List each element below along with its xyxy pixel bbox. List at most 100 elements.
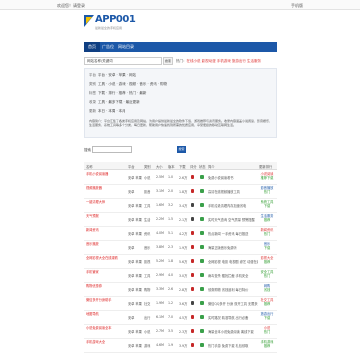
- rank-sub[interactable]: 推荐: [264, 344, 270, 348]
- nav-item-ads[interactable]: 广告位: [100, 42, 116, 52]
- info-intro: 内容简介：平台汇集了各类手机应用及网站，为用户提供最新最全的软件下载、游戏推荐与…: [89, 119, 273, 128]
- cell-desc[interactable]: 海量全本小说免费阅读 离线下载: [208, 329, 258, 334]
- app-name-link[interactable]: 全网影视大全在线观看: [86, 256, 128, 261]
- table-row[interactable]: 天气预报 安卓 苹果 生活 2.2M 1.5 2.1万 实时天气查询 空气质量 预警提醒 生活…: [84, 213, 277, 227]
- app-name-link[interactable]: 微信多开分身助手: [86, 298, 128, 303]
- cell-rank[interactable]: 系统工具 下载: [260, 200, 274, 208]
- cell-category: 小说: [144, 330, 151, 334]
- table-row[interactable]: 购物优惠券 安卓 苹果 购物 3.3M 2.6 2.8万 领券购物 省钱返利 每日特价 网购省…: [84, 283, 277, 297]
- cell-version: 2.0: [168, 189, 174, 193]
- app-name-link[interactable]: 手机管家: [86, 270, 128, 275]
- cell-category: 工具: [144, 274, 151, 278]
- rank-sub[interactable]: 下载: [264, 316, 270, 320]
- login-link[interactable]: 欢迎您！请登录: [57, 3, 85, 9]
- cell-version: 2.3: [168, 245, 174, 249]
- info-row-tags: 标签 下载 · 排行 · 推荐 · 热门 · 最新: [89, 91, 147, 95]
- rank-sub[interactable]: 下载: [264, 204, 270, 208]
- app-type-icon: [191, 245, 194, 249]
- cell-rank[interactable]: 新闻资讯 热门: [260, 228, 274, 236]
- app-name-link[interactable]: 地图导航: [86, 312, 128, 317]
- app-name-link[interactable]: 音乐播放: [86, 242, 128, 247]
- rank-sub[interactable]: 省钱: [264, 288, 270, 292]
- cell-downloads: 3.0万: [179, 274, 188, 278]
- th-downloads: 下载: [179, 165, 186, 169]
- table-row[interactable]: 音乐播放 安卓 音乐 3.8M 2.3 1.9万 海量正版音乐免费听 音乐 下载: [84, 241, 277, 255]
- rank-sub[interactable]: 下载: [264, 246, 270, 250]
- app-name-link[interactable]: 手机小说阅读器: [86, 172, 128, 177]
- cell-rank[interactable]: 音乐 下载: [260, 242, 274, 250]
- cell-desc[interactable]: 全网影视 电影 电视剧 综艺 动漫在线看: [208, 259, 258, 264]
- cell-desc[interactable]: 海量正版音乐免费听: [208, 245, 258, 250]
- cell-version: 1.9: [168, 343, 174, 347]
- cell-version: 1.8: [168, 259, 174, 263]
- filter-input[interactable]: [92, 146, 132, 153]
- table-row[interactable]: 新闻资讯 安卓 苹果 资讯 4.0M 5.1 4.2万 热点新闻 一手资讯 每日推送 新闻资讯…: [84, 227, 277, 241]
- rank-sub[interactable]: 热门: [264, 330, 270, 334]
- cell-rank[interactable]: 小说 热门: [260, 326, 274, 334]
- cell-desc[interactable]: 微信QQ多开 分身 双开工具 无限多开: [208, 301, 258, 306]
- cell-desc[interactable]: 免费小说阅读看书: [208, 175, 258, 180]
- app-name-link[interactable]: 天气预报: [86, 214, 128, 219]
- cell-platform: 安卓 苹果: [128, 260, 142, 264]
- table-row[interactable]: 小说免费阅读全本 安卓 苹果 小说 2.7M 3.5 2.3万 海量全本小说免费阅读 离线下…: [84, 325, 277, 339]
- app-name-link[interactable]: 小说免费阅读全本: [86, 326, 128, 331]
- cell-rank[interactable]: 小说阅读 推荐下载: [260, 172, 274, 180]
- cell-size: 3.8M: [156, 245, 164, 249]
- app-name-link[interactable]: 购物优惠券: [86, 284, 128, 289]
- table-row[interactable]: 手机游戏大全 安卓 苹果 游戏 4.6M 1.9 3.9万 热门手游 免费下载 礼包领取 手机…: [84, 339, 277, 353]
- cell-rank[interactable]: 影视大全 推荐: [260, 256, 274, 264]
- cell-rank[interactable]: 网购 省钱: [260, 284, 274, 292]
- site-logo[interactable]: APP001 最新最全的手机应用: [84, 13, 164, 39]
- cell-desc[interactable]: 病毒查杀 骚扰拦截 手机安全: [208, 273, 258, 278]
- cell-desc[interactable]: 热门手游 免费下载 礼包领取: [208, 343, 258, 348]
- rank-sub[interactable]: 热门: [264, 190, 270, 194]
- cell-desc[interactable]: 热点新闻 一手资讯 每日推送: [208, 231, 258, 236]
- table-row[interactable]: 微信多开分身助手 安卓 苹果 社交 1.9M 1.2 3.6万 微信QQ多开 分身 双开工具…: [84, 297, 277, 311]
- rank-sub[interactable]: 推荐下载: [261, 176, 274, 180]
- rank-sub[interactable]: 热门: [264, 232, 270, 236]
- hot-keywords[interactable]: 热门：在线小说 影视动漫 手机游戏 旅游出行 生活服务: [176, 59, 261, 64]
- filter-button[interactable]: 搜索: [177, 146, 186, 153]
- cell-desc[interactable]: 手机垃圾清理内存加速省电: [208, 203, 258, 208]
- app-type-icon: [191, 203, 194, 207]
- cell-rank[interactable]: 影音播放 热门: [260, 186, 274, 194]
- app-name-link[interactable]: 视频播放器: [86, 186, 128, 191]
- app-name-link[interactable]: 一键清理大师: [86, 200, 128, 205]
- cell-rank[interactable]: 旅游出行 下载: [260, 312, 274, 320]
- filter-bar: 搜索 搜索: [84, 146, 277, 154]
- table-row[interactable]: 手机管家 安卓 苹果 工具 2.9M 4.0 3.0万 病毒查杀 骚扰拦截 手机安全 安全工具…: [84, 269, 277, 283]
- cell-size: 1.6M: [156, 203, 164, 207]
- info-row-collected: 收录 工具 · 最多下载 · 最近更新: [89, 100, 140, 104]
- cell-rank[interactable]: 生活服务 推荐: [260, 214, 274, 222]
- cell-version: 1.5: [168, 217, 174, 221]
- cell-size: 2.7M: [156, 329, 164, 333]
- nav-item-home[interactable]: 首页: [84, 42, 100, 52]
- hot-text[interactable]: 在线小说 影视动漫 手机游戏 旅游出行 生活服务: [187, 59, 261, 63]
- table-row[interactable]: 地图导航 安卓 出行 6.1M 7.0 4.5万 实时路况 精准导航 出行必备 旅游出行 下载: [84, 311, 277, 325]
- cell-downloads: 3.4万: [179, 204, 188, 208]
- app-name-link[interactable]: 手机游戏大全: [86, 340, 128, 345]
- rank-sub[interactable]: 推荐: [264, 260, 270, 264]
- table-row[interactable]: 手机小说阅读器 安卓 苹果 小说 2.5M 1.0 2.6万 免费小说阅读看书 小说阅读 推荐下…: [84, 171, 277, 185]
- table-row[interactable]: 全网影视大全在线观看 安卓 苹果 影视 5.2M 1.8 5.6万 全网影视 电影 电视剧 …: [84, 255, 277, 269]
- app-name-link[interactable]: 新闻资讯: [86, 228, 128, 233]
- rank-sub[interactable]: 推荐: [264, 302, 270, 306]
- rank-sub[interactable]: 推荐: [264, 218, 270, 222]
- search-input[interactable]: 网站名称/关键词: [84, 57, 162, 65]
- table-row[interactable]: 视频播放器 安卓 影音 3.1M 2.0 1.8万 高清在线视频播放工具 影音播放 热门: [84, 185, 277, 199]
- cell-downloads: 3.6万: [179, 302, 188, 306]
- cell-desc[interactable]: 高清在线视频播放工具: [208, 189, 258, 194]
- status-icon: [200, 315, 204, 319]
- mobile-link[interactable]: 手机版: [291, 3, 303, 9]
- cell-rank[interactable]: 安全工具 热门: [260, 270, 274, 278]
- cell-rank[interactable]: 手机游戏 推荐: [260, 340, 274, 348]
- rank-sub[interactable]: 热门: [264, 274, 270, 278]
- cell-category: 资讯: [144, 232, 151, 236]
- search-button[interactable]: 搜索: [163, 57, 173, 65]
- cell-desc[interactable]: 领券购物 省钱返利 每日特价: [208, 287, 258, 292]
- cell-desc[interactable]: 实时天气查询 空气质量 预警提醒: [208, 217, 258, 222]
- cell-desc[interactable]: 实时路况 精准导航 出行必备: [208, 315, 258, 320]
- table-row[interactable]: 一键清理大师 安卓 苹果 工具 1.6M 3.2 3.4万 手机垃圾清理内存加速省电 系统工具…: [84, 199, 277, 213]
- nav-item-directory[interactable]: 网站目录: [116, 42, 136, 52]
- cell-rank[interactable]: 社交工具 推荐: [260, 298, 274, 306]
